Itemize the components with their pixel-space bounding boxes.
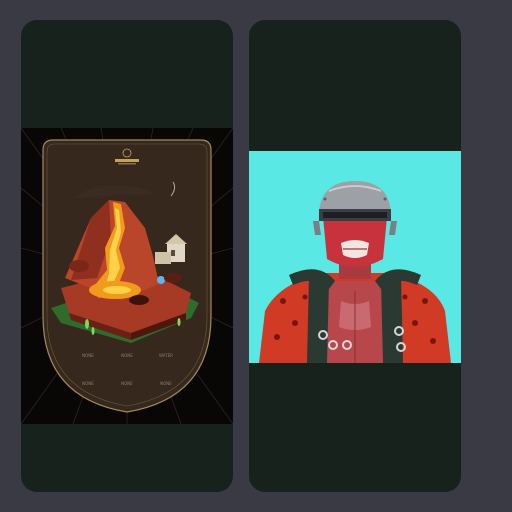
- stat-label-6: NONE: [160, 381, 172, 386]
- nft-card-volcano[interactable]: NONE NONE WATER NONE NONE NONE: [21, 20, 233, 492]
- stat-label-4: NONE: [82, 381, 94, 386]
- visor: [323, 212, 387, 218]
- stat-label-3: WATER: [159, 353, 173, 358]
- stat-label-5: NONE: [121, 381, 133, 386]
- volcano-scene-svg: [21, 128, 233, 424]
- character-svg: [259, 181, 451, 363]
- crystal: [157, 276, 165, 284]
- volcano-artwork: NONE NONE WATER NONE NONE NONE: [21, 128, 233, 424]
- character-artwork: [249, 151, 461, 363]
- stat-label-1: NONE: [82, 353, 94, 358]
- stat-label-2: NONE: [121, 353, 133, 358]
- vest: [307, 273, 329, 363]
- nft-card-character[interactable]: [249, 20, 461, 492]
